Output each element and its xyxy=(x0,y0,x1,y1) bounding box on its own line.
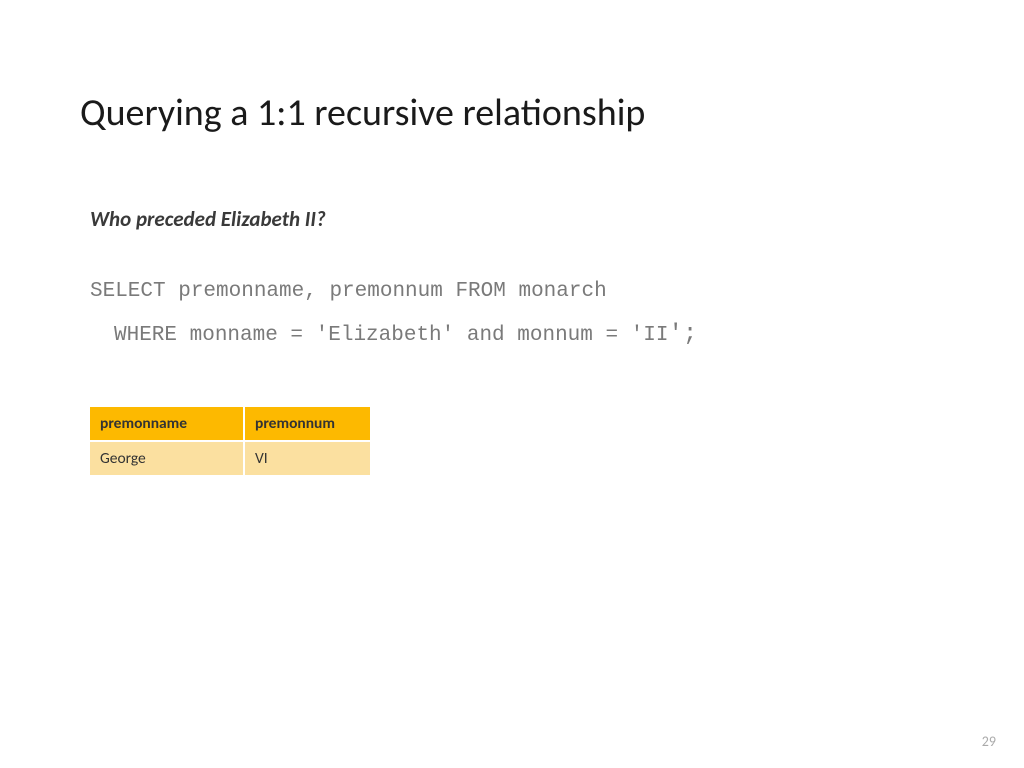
code-line-2: WHERE monname = 'Elizabeth' and monnum =… xyxy=(90,312,944,358)
table-cell-premonname: George xyxy=(90,441,244,475)
question-text: Who preceded Elizabeth II? xyxy=(90,206,944,232)
code-line-1: SELECT premonname, premonnum FROM monarc… xyxy=(90,272,944,312)
slide-title: Querying a 1:1 recursive relationship xyxy=(80,90,944,136)
table-header-row: premonname premonnum xyxy=(90,407,370,441)
table-row: George VI xyxy=(90,441,370,475)
table-cell-premonnum: VI xyxy=(244,441,370,475)
sql-code-block: SELECT premonname, premonnum FROM monarc… xyxy=(90,272,944,357)
result-table: premonname premonnum George VI xyxy=(90,407,370,475)
slide: Querying a 1:1 recursive relationship Wh… xyxy=(0,0,1024,768)
table-header-premonnum: premonnum xyxy=(244,407,370,441)
table-header-premonname: premonname xyxy=(90,407,244,441)
page-number: 29 xyxy=(982,733,996,750)
